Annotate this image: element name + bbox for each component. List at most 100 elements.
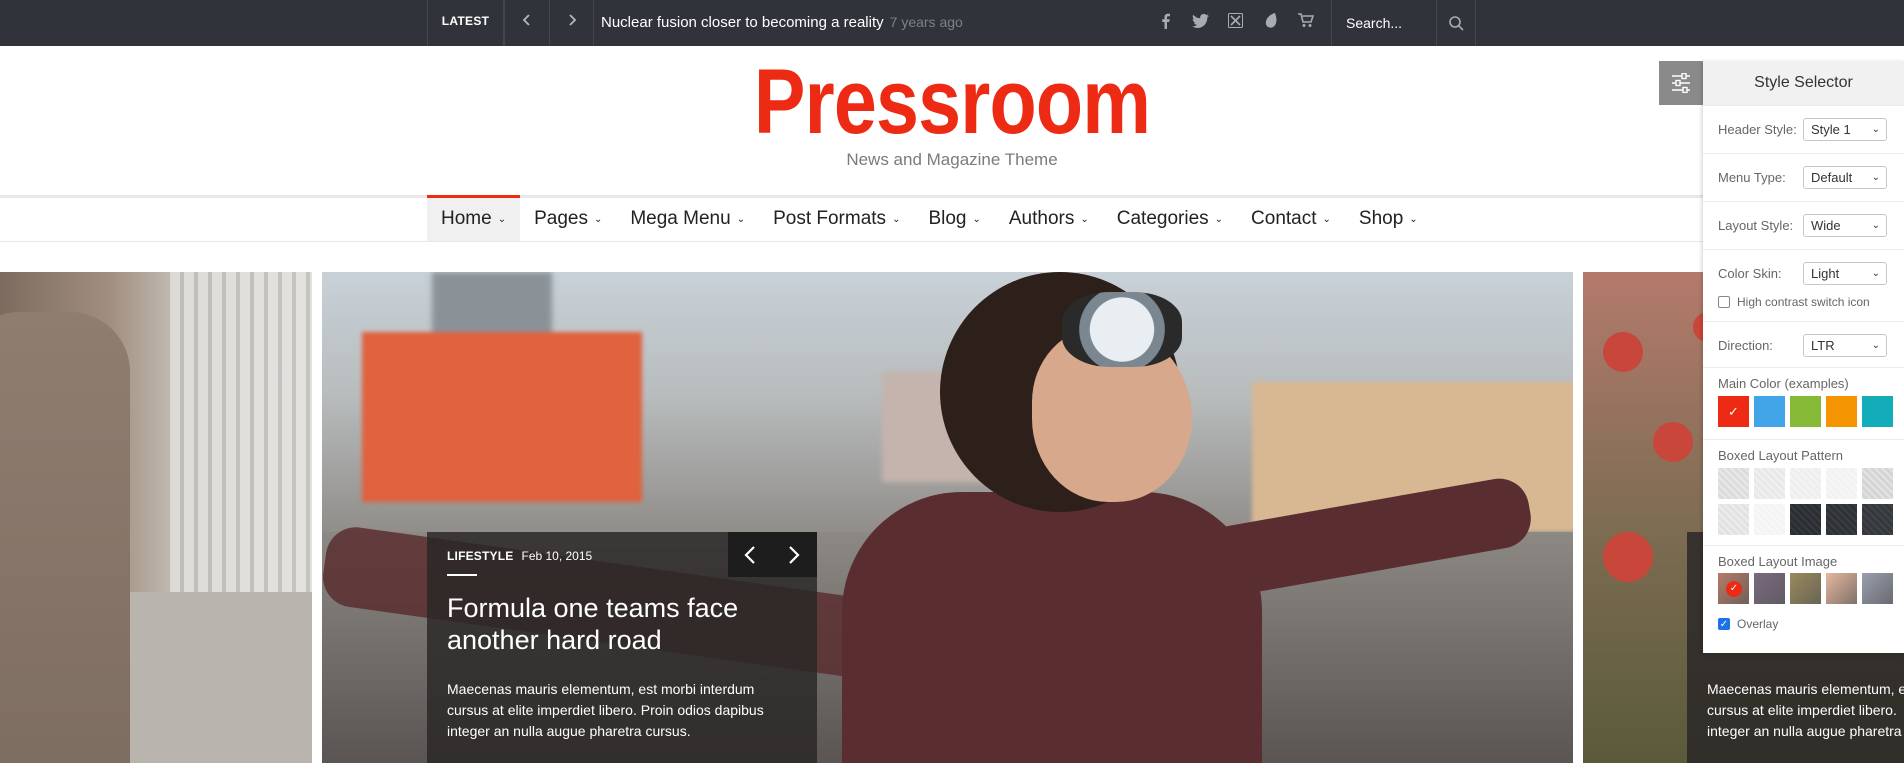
style-selector-toggle[interactable] (1659, 61, 1703, 105)
pattern-swatch[interactable] (1826, 468, 1857, 499)
menu-item-categories[interactable]: Categories ⌄ (1103, 195, 1237, 241)
color-swatch-blue[interactable] (1754, 396, 1785, 427)
layout-style-row: Layout Style: Wide ⌄ (1703, 201, 1904, 249)
select-value: Wide (1811, 218, 1841, 233)
pattern-swatch[interactable] (1862, 468, 1893, 499)
photo-building (362, 332, 642, 502)
menu-item-mega-menu[interactable]: Mega Menu ⌄ (616, 195, 759, 241)
ticker-next-button[interactable] (549, 0, 594, 46)
checkmark-icon: ✓ (1728, 404, 1739, 419)
select-value: Style 1 (1811, 122, 1851, 137)
direction-select[interactable]: LTR ⌄ (1803, 334, 1887, 357)
color-swatch-red[interactable]: ✓ (1718, 396, 1749, 427)
high-contrast-label: High contrast switch icon (1737, 295, 1870, 309)
boxed-image-thumb[interactable] (1862, 573, 1893, 604)
chevron-down-icon: ⌄ (1080, 214, 1089, 225)
menu-item-shop[interactable]: Shop ⌄ (1345, 195, 1432, 241)
main-color-label: Main Color (examples) (1718, 376, 1849, 391)
color-skin-select[interactable]: Light ⌄ (1803, 262, 1887, 285)
boxed-image-thumb[interactable] (1826, 573, 1857, 604)
ticker-headline[interactable]: Nuclear fusion closer to becoming a real… (601, 14, 884, 31)
pattern-swatch[interactable] (1790, 504, 1821, 535)
header-style-row: Header Style: Style 1 ⌄ (1703, 105, 1904, 153)
checkmark-icon: ✓ (1726, 581, 1742, 597)
boxed-image-thumb[interactable]: ✓ (1718, 573, 1749, 604)
post-excerpt-right: Maecenas mauris elementum, e cursus at e… (1707, 679, 1904, 742)
search-input[interactable] (1346, 0, 1436, 46)
boxed-pattern-label: Boxed Layout Pattern (1718, 448, 1844, 463)
menu-item-label: Blog (928, 208, 967, 229)
latest-label: LATEST (427, 0, 504, 46)
ticker-headline-link[interactable]: Nuclear fusion closer to becoming a real… (601, 0, 963, 45)
pattern-swatch[interactable] (1718, 504, 1749, 535)
slider-prev-button[interactable] (728, 532, 772, 577)
chevron-down-icon: ⌄ (1871, 172, 1880, 183)
menu-type-select[interactable]: Default ⌄ (1803, 166, 1887, 189)
menu-item-label: Categories (1116, 208, 1209, 229)
menu-item-authors[interactable]: Authors ⌄ (995, 195, 1103, 241)
chevron-down-icon: ⌄ (1871, 220, 1880, 231)
slider-next-button[interactable] (772, 532, 816, 577)
color-skin-label: Color Skin: (1718, 266, 1782, 281)
select-value: Light (1811, 266, 1840, 281)
ticker-time-ago: 7 years ago (889, 14, 963, 30)
envato-icon[interactable] (1253, 13, 1288, 33)
slide-left-railing (170, 272, 312, 632)
pattern-swatch[interactable] (1754, 504, 1785, 535)
chevron-down-icon: ⌄ (736, 214, 746, 225)
layout-style-select[interactable]: Wide ⌄ (1803, 214, 1887, 237)
menu-item-contact[interactable]: Contact ⌄ (1237, 195, 1345, 241)
chevron-down-icon: ⌄ (972, 214, 981, 225)
chevron-left-icon (744, 545, 755, 564)
pattern-swatch[interactable] (1790, 468, 1821, 499)
high-contrast-checkbox[interactable]: High contrast switch icon (1718, 295, 1870, 309)
menu-item-post-formats[interactable]: Post Formats ⌄ (759, 195, 914, 241)
post-category[interactable]: LIFESTYLE (447, 549, 513, 563)
chevron-down-icon: ⌄ (1322, 214, 1331, 225)
color-swatch-green[interactable] (1790, 396, 1821, 427)
slide-image-left[interactable] (0, 272, 312, 763)
overlay-checkbox[interactable]: ✓ Overlay (1718, 617, 1778, 631)
pattern-swatch[interactable] (1826, 504, 1857, 535)
site-logo[interactable]: Pressroom (152, 46, 1751, 158)
color-swatch-teal[interactable] (1862, 396, 1893, 427)
color-swatch-orange[interactable] (1826, 396, 1857, 427)
pattern-swatch[interactable] (1754, 468, 1785, 499)
menu-item-label: Shop (1358, 208, 1404, 229)
direction-label: Direction: (1718, 338, 1773, 353)
chevron-right-icon (789, 545, 800, 564)
checkbox-checked[interactable]: ✓ (1718, 618, 1730, 630)
menu-item-pages[interactable]: Pages ⌄ (520, 195, 616, 241)
header-style-select[interactable]: Style 1 ⌄ (1803, 118, 1887, 141)
pattern-swatch[interactable] (1862, 504, 1893, 535)
pattern-swatch[interactable] (1718, 468, 1749, 499)
slide-left-wall (130, 592, 312, 763)
photo-flower (1603, 332, 1643, 372)
layout-style-label: Layout Style: (1718, 218, 1794, 233)
boxed-image-thumb[interactable] (1790, 573, 1821, 604)
facebook-icon[interactable] (1148, 13, 1183, 34)
menu-item-blog[interactable]: Blog ⌄ (914, 195, 994, 241)
style-selector-title: Style Selector (1703, 61, 1904, 105)
chevron-down-icon: ⌄ (593, 214, 603, 225)
post-title[interactable]: Formula one teams face another hard road (447, 592, 787, 656)
photo-goggles (1062, 292, 1182, 367)
search-box (1331, 0, 1476, 46)
ticker-prev-button[interactable] (504, 0, 549, 46)
boxed-image-row: Boxed Layout Image ✓ ✓ Overlay (1703, 545, 1904, 653)
cart-icon[interactable] (1288, 13, 1323, 33)
boxed-image-thumb[interactable] (1754, 573, 1785, 604)
xing-icon[interactable] (1218, 13, 1253, 33)
photo-flower (1653, 422, 1693, 462)
boxed-image-label: Boxed Layout Image (1718, 554, 1838, 569)
top-bar: LATEST Nuclear fusion closer to becoming… (0, 0, 1904, 46)
search-button[interactable] (1436, 0, 1476, 46)
menu-bottom-border (0, 241, 1904, 242)
menu-item-home[interactable]: Home ⌄ (427, 195, 521, 241)
boxed-pattern-grid (1718, 468, 1893, 535)
checkbox-unchecked[interactable] (1718, 296, 1730, 308)
twitter-icon[interactable] (1183, 13, 1218, 33)
menu-item-label: Home (441, 208, 492, 229)
chevron-down-icon: ⌄ (1871, 268, 1880, 279)
chevron-down-icon: ⌄ (1871, 124, 1880, 135)
